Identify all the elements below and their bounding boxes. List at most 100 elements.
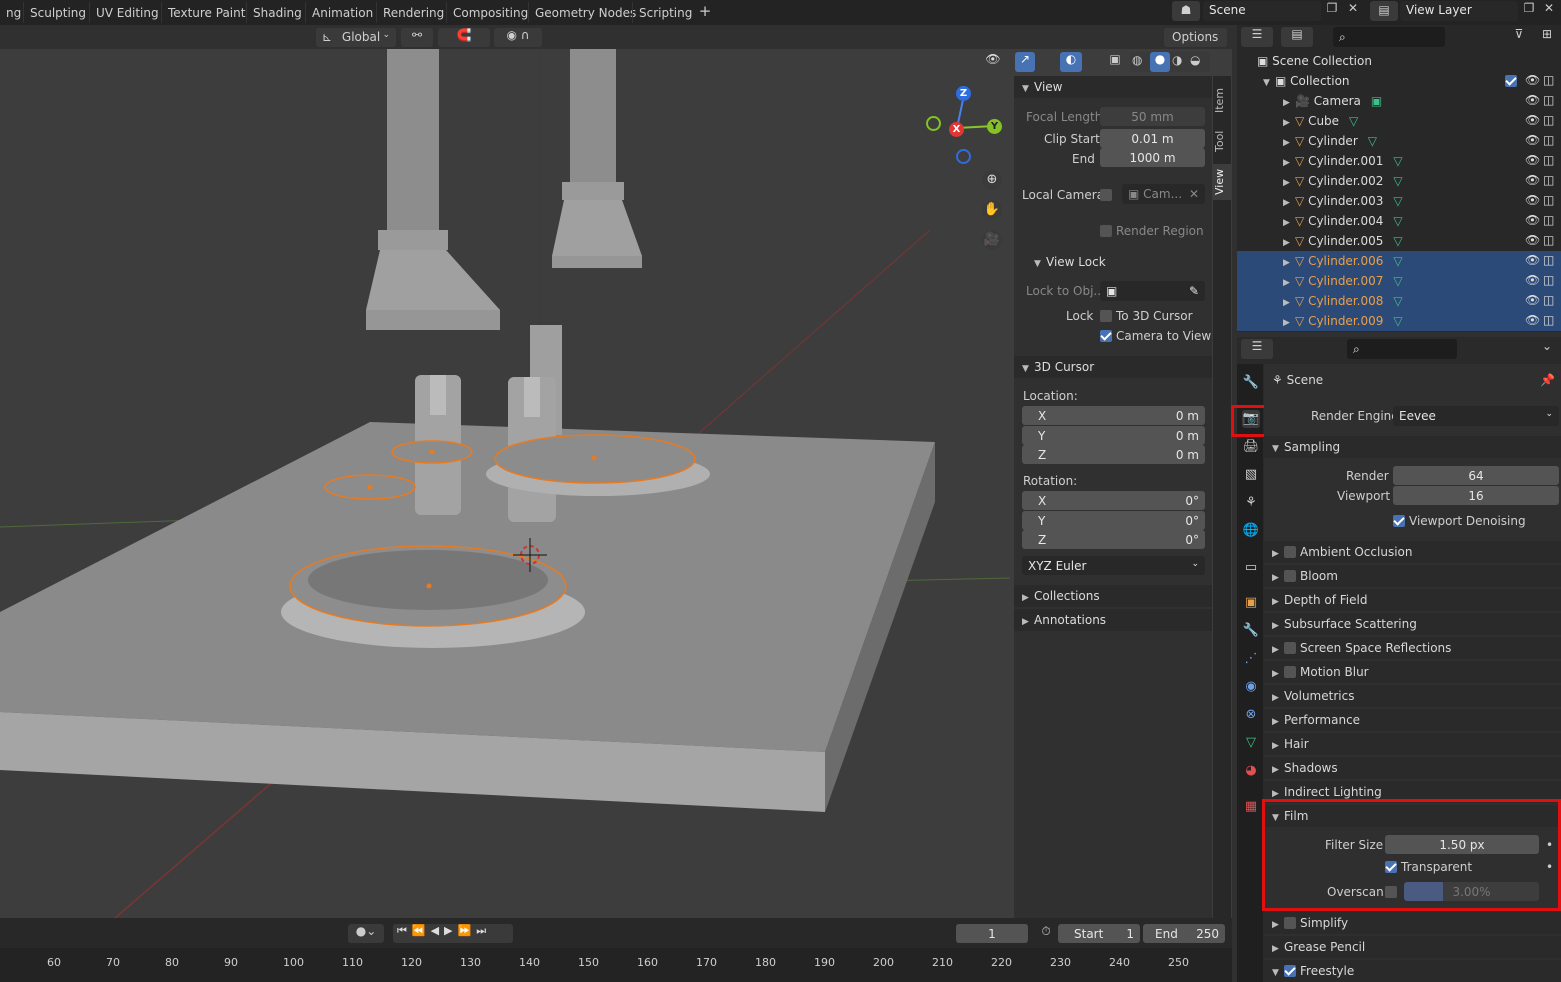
viewport-samples-field[interactable]: 16 <box>1393 486 1559 505</box>
playback-buttons[interactable]: ⏮⏪◀▶⏩⏭ <box>393 924 513 943</box>
scene-selector-icon[interactable]: ☗ <box>1172 1 1200 21</box>
modifier-tab-icon[interactable]: 🔧 <box>1242 622 1260 640</box>
outliner-item[interactable]: ▶ ▽ Cylinder.003 ▽ 👁 ◫ <box>1237 191 1561 211</box>
data-icon[interactable]: ▣ <box>1371 94 1382 108</box>
data-icon[interactable]: ▽ <box>1393 174 1402 188</box>
scene-collection-row[interactable]: ▣ Scene Collection <box>1237 51 1561 71</box>
outliner-item[interactable]: ▶ ▽ Cylinder.006 ▽ 👁 ◫ <box>1237 251 1561 271</box>
focal-length-field[interactable]: 50 mm <box>1100 107 1205 126</box>
camera-view-icon[interactable]: 🎥 <box>982 230 1002 250</box>
solid-shading-icon[interactable]: ● <box>1150 52 1170 72</box>
clear-icon[interactable]: ✕ <box>1189 187 1199 201</box>
render-camera-icon[interactable]: ◫ <box>1543 133 1554 147</box>
to-3d-cursor-toggle[interactable]: To 3D Cursor <box>1100 309 1193 323</box>
gizmo-neg-y-icon[interactable] <box>926 116 941 131</box>
render-camera-icon[interactable]: ◫ <box>1543 193 1554 207</box>
pan-hand-icon[interactable]: ✋ <box>982 200 1002 220</box>
tab-view[interactable]: View <box>1213 164 1231 200</box>
copy-view-layer-icon[interactable]: ❐ <box>1520 1 1538 21</box>
eye-icon[interactable]: 👁 <box>1525 133 1540 147</box>
panel-header[interactable]: ▶ Depth of Field <box>1264 589 1561 611</box>
render-camera-icon[interactable]: ◫ <box>1543 293 1554 307</box>
outliner-item[interactable]: ▶ ▽ Cylinder.009 ▽ 👁 ◫ <box>1237 311 1561 331</box>
data-icon[interactable]: ▽ <box>1349 114 1358 128</box>
add-workspace-button[interactable]: + <box>696 2 714 22</box>
cursor-rotation-y[interactable]: Y 0° <box>1022 511 1205 530</box>
collection-tab-icon[interactable]: ▭ <box>1242 559 1260 577</box>
data-icon[interactable]: ▽ <box>1393 234 1402 248</box>
tab-shading[interactable]: Shading <box>246 2 308 23</box>
clip-end-field[interactable]: 1000 m <box>1100 148 1205 167</box>
start-frame-field[interactable]: Start 1 <box>1058 924 1140 943</box>
render-camera-icon[interactable]: ◫ <box>1543 153 1554 167</box>
stopwatch-icon[interactable]: ⏱ <box>1036 924 1056 943</box>
expand-icon[interactable]: ▶ <box>1283 218 1295 228</box>
data-icon[interactable]: ▽ <box>1393 154 1402 168</box>
grease-pencil-header[interactable]: ▶ Grease Pencil <box>1264 936 1561 958</box>
tab-texture-paint[interactable]: Texture Paint <box>161 2 251 23</box>
proportional-edit-icon[interactable]: ◉ ∩ <box>494 28 542 47</box>
render-camera-icon[interactable]: ◫ <box>1543 173 1554 187</box>
eyedropper-icon[interactable]: ✎ <box>1189 284 1199 298</box>
material-tab-icon[interactable]: ◕ <box>1242 762 1260 780</box>
tab-animation[interactable]: Animation <box>305 2 379 23</box>
expand-icon[interactable]: ▶ <box>1283 198 1295 208</box>
eye-icon[interactable]: 👁 <box>1525 153 1540 167</box>
outliner-item[interactable]: ▶ 🎥 Camera ▣ 👁 ◫ <box>1237 91 1561 111</box>
editor-type-icon[interactable]: ☰ <box>1241 339 1273 359</box>
rendered-shading-icon[interactable]: ◒ <box>1190 53 1200 67</box>
render-camera-icon[interactable]: ◫ <box>1543 313 1554 327</box>
render-camera-icon[interactable]: ◫ <box>1543 253 1554 267</box>
view-layer-icon[interactable]: ▤ <box>1370 1 1398 21</box>
timeline-ruler[interactable] <box>0 948 1232 982</box>
outliner-item[interactable]: ▶ ▽ Cube ▽ 👁 ◫ <box>1237 111 1561 131</box>
local-camera-field[interactable]: ▣ Cam... ✕ <box>1122 184 1205 204</box>
eye-icon[interactable]: 👁 <box>1525 273 1540 287</box>
panel-header[interactable]: ▶ Shadows <box>1264 757 1561 779</box>
gizmo-toggle-icon[interactable]: ↗ <box>1015 52 1035 72</box>
tab-scripting[interactable]: Scripting <box>632 2 698 23</box>
scene-tab-icon[interactable]: ⚘ <box>1242 494 1260 512</box>
current-frame-field[interactable]: 1 <box>956 924 1028 943</box>
clip-start-field[interactable]: 0.01 m <box>1100 129 1205 148</box>
physics-tab-icon[interactable]: ◉ <box>1242 678 1260 696</box>
outliner-item[interactable]: ▶ ▽ Cylinder.004 ▽ 👁 ◫ <box>1237 211 1561 231</box>
render-camera-icon[interactable]: ◫ <box>1543 113 1554 127</box>
outliner-item[interactable]: ▶ ▽ Cylinder ▽ 👁 ◫ <box>1237 131 1561 151</box>
overlay-toggle-icon[interactable]: ◐ <box>1060 52 1082 72</box>
eye-icon[interactable]: 👁 <box>1525 233 1540 247</box>
tab-compositing[interactable]: Compositing <box>446 2 534 23</box>
sampling-header[interactable]: ▼ Sampling <box>1264 436 1561 458</box>
local-camera-checkbox[interactable] <box>1100 188 1116 202</box>
filter-icon[interactable]: ⊽ <box>1505 27 1533 47</box>
transform-orientation-dropdown[interactable]: ⊾ Global ⌄ <box>316 28 396 47</box>
display-mode-icon[interactable]: ▤ <box>1281 27 1313 47</box>
rotation-mode-dropdown[interactable]: XYZ Euler ⌄ <box>1022 556 1205 575</box>
visibility-icon[interactable]: 👁 <box>978 52 1008 72</box>
end-frame-field[interactable]: End 250 <box>1143 924 1225 943</box>
zoom-icon[interactable]: ⊕ <box>982 170 1002 190</box>
data-icon[interactable]: ▽ <box>1393 274 1402 288</box>
chevron-down-icon[interactable]: ⌄ <box>1537 339 1557 359</box>
tab-sculpting[interactable]: Sculpting <box>23 2 92 23</box>
tab-geometry-nodes[interactable]: Geometry Nodes <box>528 2 642 23</box>
tab-uv-editing[interactable]: UV Editing <box>89 2 165 23</box>
expand-icon[interactable]: ▶ <box>1283 98 1295 108</box>
outliner-item[interactable]: ▶ ▽ Cylinder.007 ▽ 👁 ◫ <box>1237 271 1561 291</box>
data-icon[interactable]: ▽ <box>1393 254 1402 268</box>
annotations-section-header[interactable]: ▶ Annotations <box>1014 609 1212 631</box>
tool-tab-icon[interactable]: 🔧 <box>1242 374 1260 392</box>
cursor-location-y[interactable]: Y0 m <box>1022 426 1205 445</box>
xray-icon[interactable]: ▣ <box>1106 52 1124 72</box>
expand-icon[interactable]: ▶ <box>1283 138 1295 148</box>
expand-icon[interactable]: ▶ <box>1283 278 1295 288</box>
data-icon[interactable]: ▽ <box>1393 294 1402 308</box>
gizmo-z-icon[interactable]: Z <box>956 86 971 101</box>
texture-tab-icon[interactable]: ▦ <box>1242 798 1260 816</box>
panel-header[interactable]: ▶ Volumetrics <box>1264 685 1561 707</box>
view-section-header[interactable]: ▼ View <box>1014 76 1212 98</box>
wireframe-shading-icon[interactable]: ◍ <box>1132 53 1142 67</box>
snap-icon[interactable]: 🧲 <box>438 28 490 47</box>
exclude-checkbox[interactable] <box>1505 74 1521 88</box>
outliner-item[interactable]: ▶ ▽ Cylinder.005 ▽ 👁 ◫ <box>1237 231 1561 251</box>
